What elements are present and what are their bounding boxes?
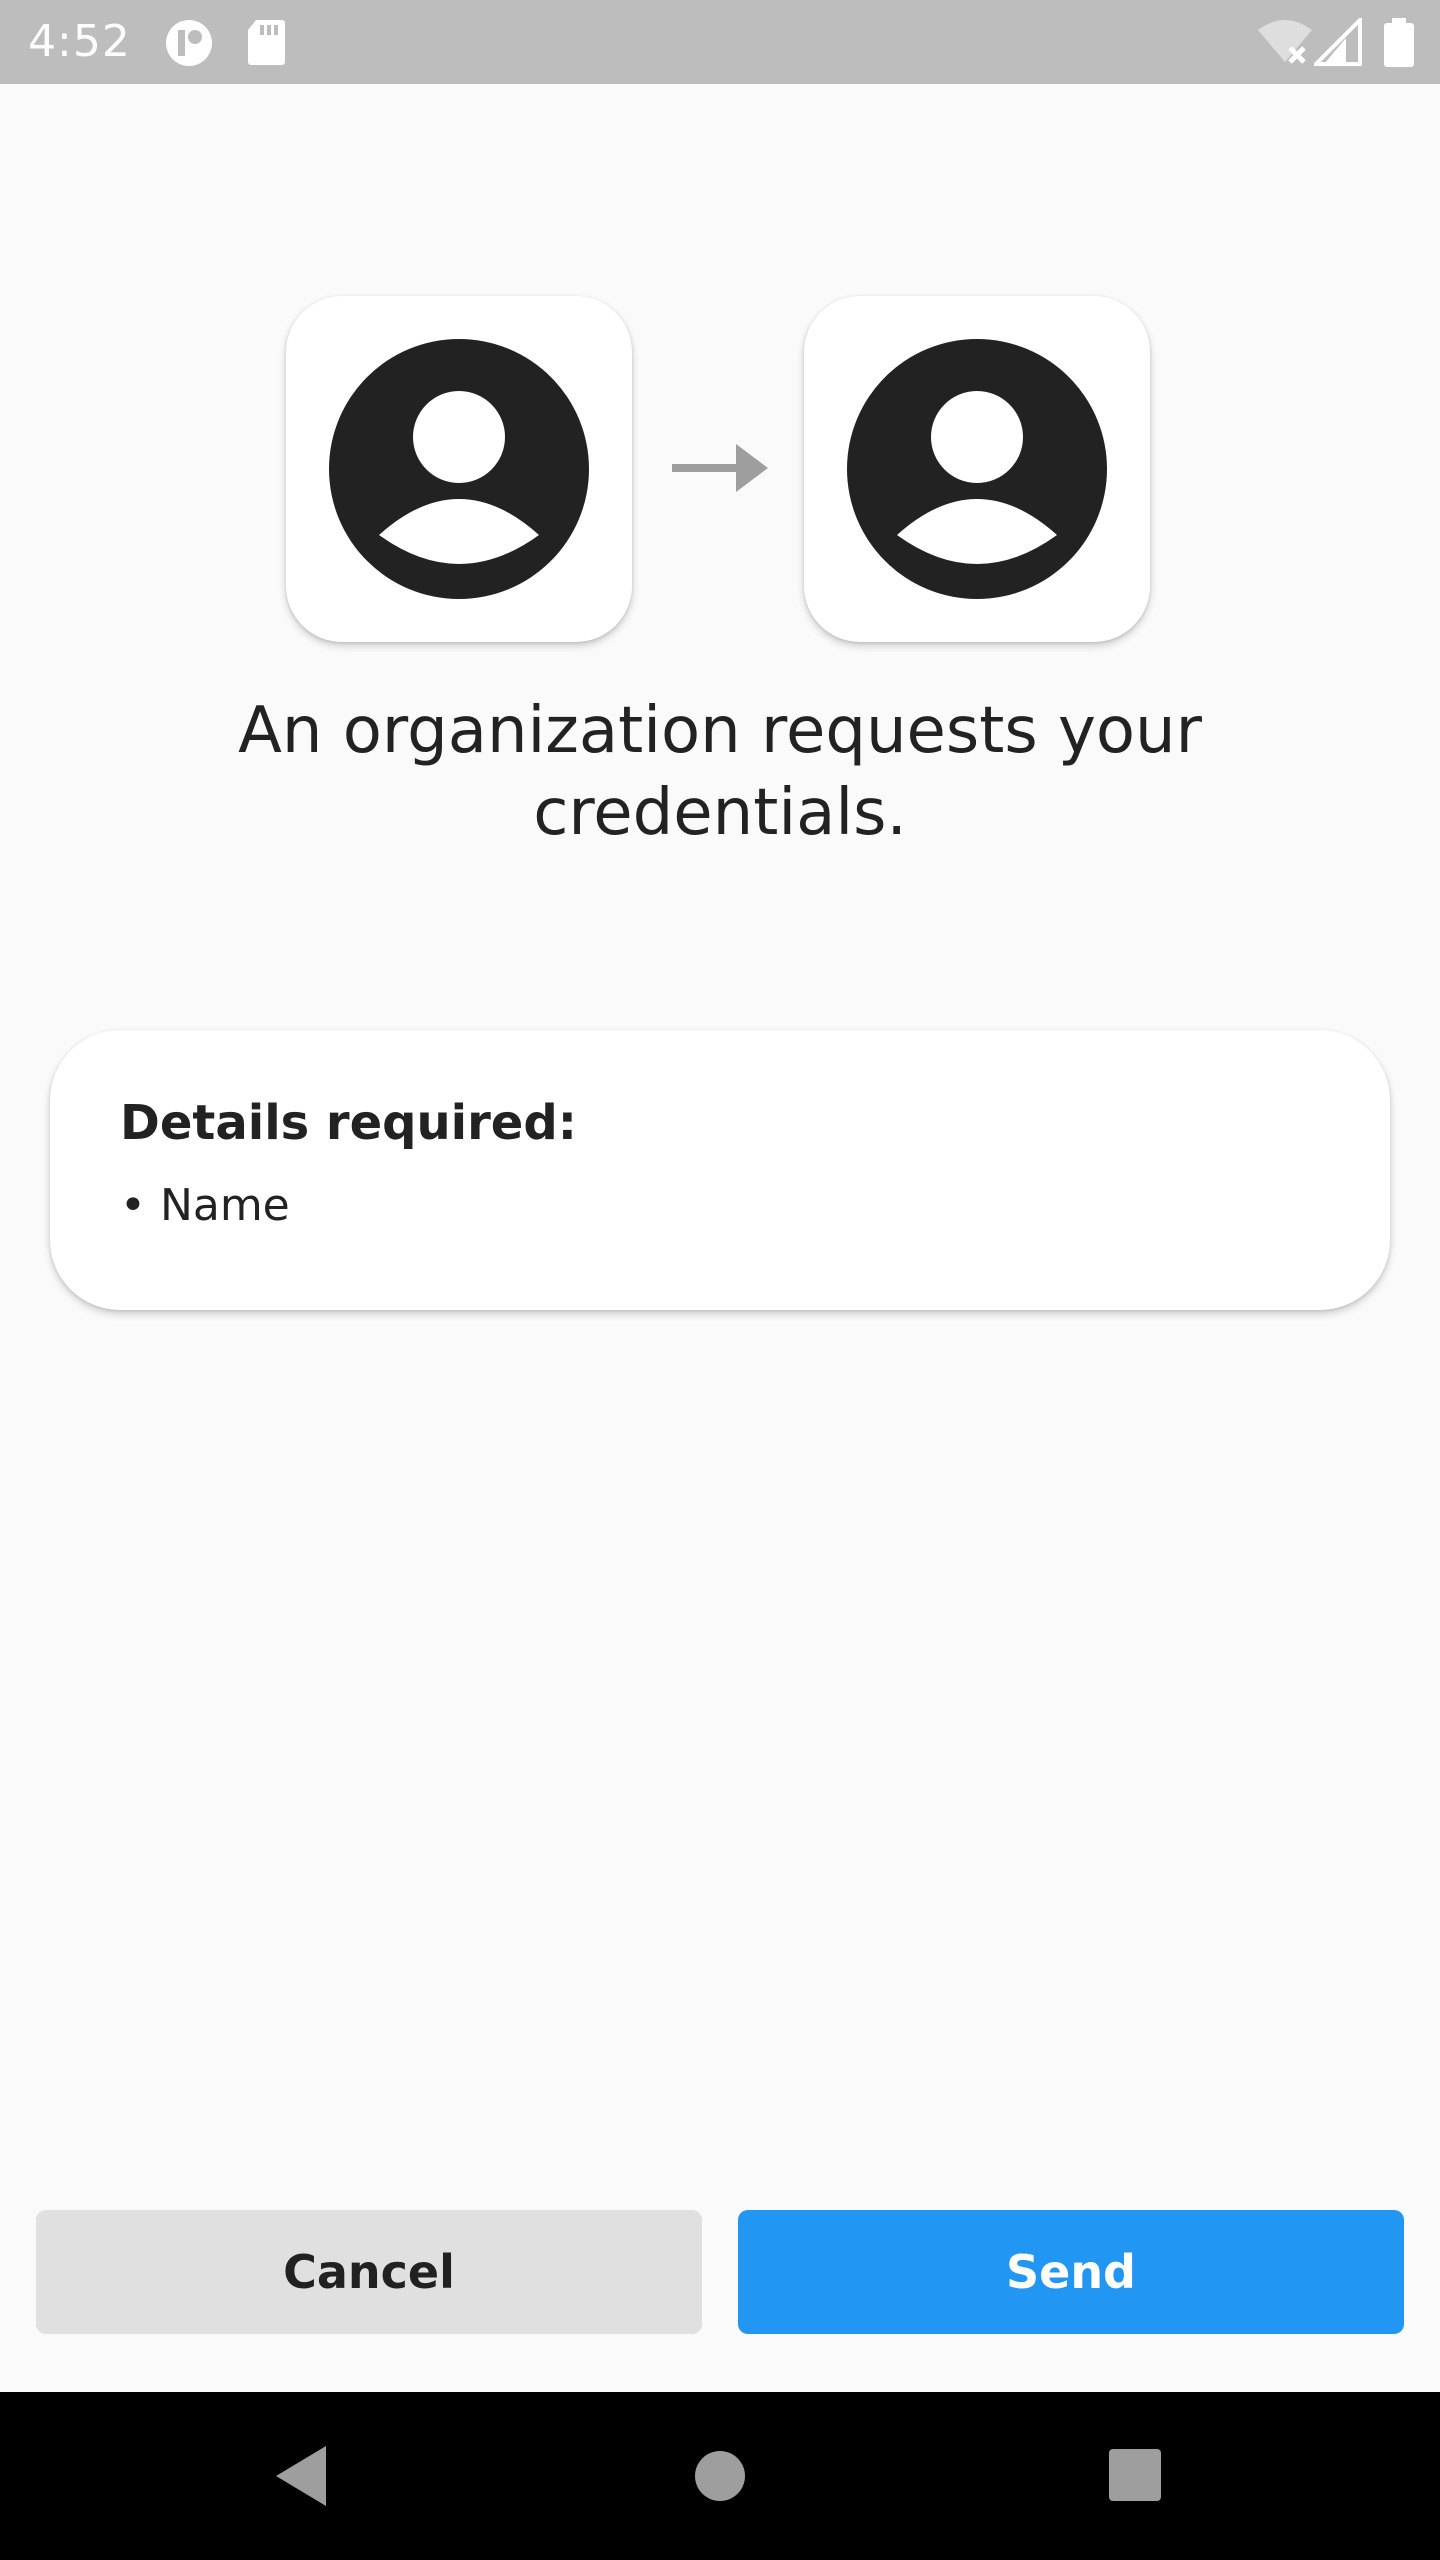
back-icon[interactable] — [272, 2444, 328, 2512]
details-title: Details required: — [120, 1095, 577, 1151]
request-headline: An organization requests your credential… — [238, 694, 1202, 850]
status-time: 4:52 — [28, 16, 131, 67]
cellular-signal-icon — [1311, 15, 1364, 66]
recents-icon[interactable] — [1108, 2448, 1162, 2506]
status-bar: 4:52 — [0, 0, 1440, 84]
battery-icon — [1382, 18, 1416, 67]
account-circle-icon — [329, 339, 589, 599]
home-icon[interactable] — [694, 2450, 746, 2506]
account-circle-icon — [847, 339, 1107, 599]
media-app-icon — [164, 18, 214, 68]
details-item-name: • Name — [120, 1180, 290, 1231]
wifi-off-icon — [1256, 18, 1314, 66]
arrow-right-icon — [672, 444, 772, 496]
sd-card-icon — [246, 18, 296, 68]
requester-avatar-card — [286, 296, 632, 642]
recipient-avatar-card — [804, 296, 1150, 642]
navigation-bar — [0, 2392, 1440, 2560]
cancel-button[interactable]: Cancel — [36, 2210, 702, 2334]
send-button[interactable]: Send — [738, 2210, 1404, 2334]
details-card: Details required: • Name — [50, 1030, 1390, 1310]
